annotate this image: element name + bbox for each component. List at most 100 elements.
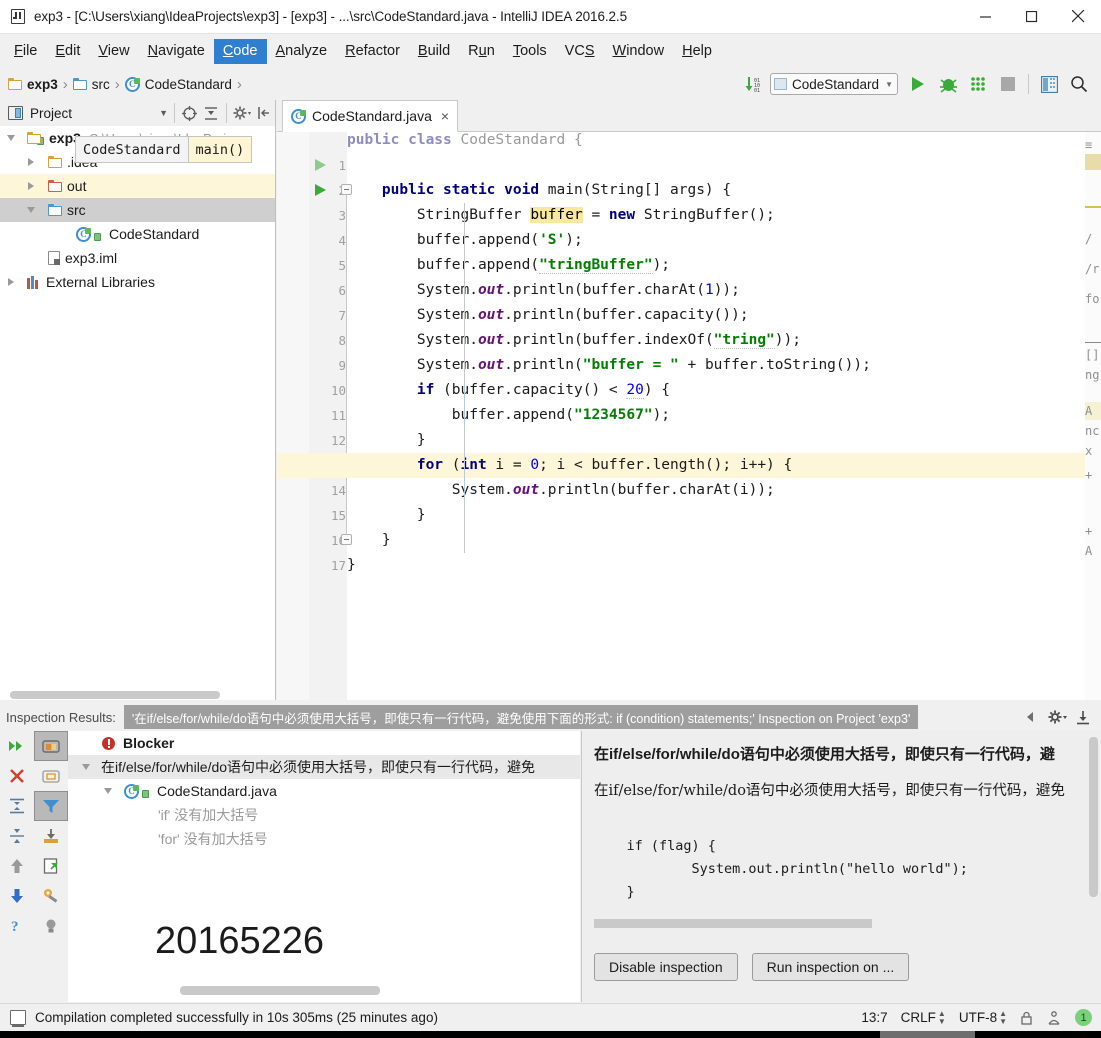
chevron-right-icon[interactable]: [4, 278, 18, 286]
editor-gutter[interactable]: 1 2 3 4 5 6 7 8 9 10 11 12 13 14 15 16 1…: [277, 132, 352, 700]
notifications-icon[interactable]: [1046, 1010, 1062, 1026]
coverage-button[interactable]: [964, 70, 992, 98]
menu-vcs[interactable]: VCS: [556, 39, 604, 64]
file-encoding[interactable]: UTF-8 ▲ ▼: [959, 1009, 1007, 1026]
chevron-down-icon[interactable]: [4, 135, 18, 141]
tree-item-out[interactable]: out: [0, 174, 275, 198]
run-inspection-on-button[interactable]: Run inspection on ...: [751, 953, 910, 981]
menu-analyze[interactable]: Analyze: [267, 39, 337, 64]
tree-item-external-libraries[interactable]: External Libraries: [0, 270, 275, 294]
maximize-icon[interactable]: [1009, 0, 1055, 34]
collapse-all-icon[interactable]: [200, 102, 222, 124]
menu-run[interactable]: Run: [459, 39, 504, 64]
status-bar-right: 13:7 CRLF ▲ ▼ UTF-8 ▲ ▼ 1: [861, 1009, 1101, 1026]
breadcrumb-item-src[interactable]: src: [72, 77, 110, 92]
breadcrumb: exp3 › src › C CodeStandard ›: [0, 76, 247, 93]
menu-window[interactable]: Window: [604, 39, 674, 64]
menu-view[interactable]: View: [89, 39, 138, 64]
editor-tab-codestandard[interactable]: C CodeStandard.java ×: [282, 100, 459, 132]
chevron-down-icon[interactable]: [101, 788, 115, 794]
inspection-problem-if[interactable]: 'if' 没有加大括号: [68, 803, 580, 827]
project-panel-label[interactable]: Project: [30, 106, 72, 121]
close-icon[interactable]: [0, 761, 34, 791]
inspection-rule-row[interactable]: 在if/else/for/while/do语句中必须使用大括号，即使只有一行代码…: [68, 755, 580, 779]
stop-button[interactable]: [994, 70, 1022, 98]
chevron-right-icon[interactable]: [24, 182, 38, 190]
project-tree-panel[interactable]: exp3 C:\Users\xiang\IdeaProje .idea out …: [0, 126, 276, 700]
run-configuration-selector[interactable]: CodeStandard ▼: [770, 73, 898, 95]
menu-tools[interactable]: Tools: [504, 39, 556, 64]
menu-file[interactable]: File: [5, 39, 46, 64]
group-by-module-icon[interactable]: [34, 731, 68, 761]
run-button[interactable]: [904, 70, 932, 98]
line-separator-label: CRLF: [900, 1010, 936, 1025]
menu-help[interactable]: Help: [673, 39, 721, 64]
collapse-icon[interactable]: [0, 821, 34, 851]
menu-edit[interactable]: Edit: [46, 39, 89, 64]
detail-hscrollbar[interactable]: [594, 919, 872, 928]
run-class-gutter-icon[interactable]: [315, 159, 326, 171]
export-icon[interactable]: [34, 821, 68, 851]
compile-icon[interactable]: 01 10 01: [740, 70, 768, 98]
chevron-down-icon[interactable]: ▼: [159, 108, 168, 118]
close-icon[interactable]: ×: [441, 109, 449, 123]
tool-window-button[interactable]: [1035, 70, 1063, 98]
inspection-tree-hscrollbar[interactable]: [180, 986, 380, 995]
next-icon[interactable]: [0, 881, 34, 911]
expand-icon[interactable]: [0, 791, 34, 821]
suppress-icon[interactable]: [34, 911, 68, 941]
breadcrumb-item-class[interactable]: C CodeStandard: [124, 76, 232, 92]
project-panel-hscrollbar[interactable]: [0, 690, 276, 700]
line-number: 9: [338, 358, 346, 373]
tree-item-label: exp3.iml: [65, 250, 118, 266]
tree-item-exp3-iml[interactable]: exp3.iml: [0, 246, 275, 270]
help-icon[interactable]: ?: [0, 911, 34, 941]
line-separator[interactable]: CRLF ▲ ▼: [900, 1009, 946, 1026]
search-button[interactable]: [1065, 70, 1093, 98]
inspection-file-row[interactable]: C CodeStandard.java: [68, 779, 580, 803]
inspection-group-blocker[interactable]: Blocker: [68, 731, 580, 755]
inspection-problem-for[interactable]: 'for' 没有加大括号: [68, 827, 580, 851]
previous-occurrence-icon[interactable]: [1019, 705, 1043, 729]
breadcrumb-chip-class[interactable]: CodeStandard: [75, 136, 189, 163]
group-by-directory-icon[interactable]: [34, 761, 68, 791]
settings-wrench-icon[interactable]: [34, 881, 68, 911]
scrollbar-thumb[interactable]: [10, 691, 220, 699]
memory-indicator-icon[interactable]: [10, 1010, 26, 1027]
menu-refactor[interactable]: Refactor: [336, 39, 409, 64]
debug-button[interactable]: [934, 70, 962, 98]
event-count-badge[interactable]: 1: [1075, 1009, 1092, 1026]
run-method-gutter-icon[interactable]: [315, 184, 326, 196]
chevron-right-icon[interactable]: [24, 158, 38, 166]
disable-inspection-button[interactable]: Disable inspection: [594, 953, 738, 981]
breadcrumb-chip-method[interactable]: main(): [188, 136, 253, 163]
inspection-results-tab[interactable]: '在if/else/for/while/do语句中必须使用大括号，即使只有一行代…: [123, 705, 919, 729]
lock-icon[interactable]: [1020, 1011, 1033, 1025]
java-class-icon: C: [291, 108, 306, 124]
hide-icon[interactable]: [253, 102, 275, 124]
tree-item-src[interactable]: src: [0, 198, 275, 222]
edit-settings-icon[interactable]: [34, 851, 68, 881]
minimize-icon[interactable]: [963, 0, 1009, 34]
expand-all-icon[interactable]: [0, 731, 34, 761]
filter-resolved-icon[interactable]: [34, 791, 68, 821]
code-text-area[interactable]: public class CodeStandard { public stati…: [347, 132, 1101, 700]
caret-position[interactable]: 13:7: [861, 1010, 887, 1025]
menu-navigate[interactable]: Navigate: [139, 39, 214, 64]
tree-item-codestandard[interactable]: C CodeStandard: [0, 222, 275, 246]
breadcrumb-item-project[interactable]: exp3: [8, 77, 58, 92]
export-icon[interactable]: [1071, 705, 1095, 729]
settings-icon[interactable]: [231, 102, 253, 124]
chevron-down-icon[interactable]: [79, 764, 93, 770]
detail-vscrollbar[interactable]: [1089, 737, 1098, 897]
previous-icon[interactable]: [0, 851, 34, 881]
java-class-icon: C: [124, 783, 139, 799]
menu-build[interactable]: Build: [409, 39, 459, 64]
inspection-detail-title: 在if/else/for/while/do语句中必须使用大括号，即使只有一行代码…: [594, 746, 1055, 763]
code-editor[interactable]: 1 2 3 4 5 6 7 8 9 10 11 12 13 14 15 16 1…: [277, 132, 1101, 700]
close-icon[interactable]: [1055, 0, 1101, 34]
chevron-down-icon[interactable]: [24, 207, 38, 213]
menu-code[interactable]: Code: [213, 38, 267, 64]
settings-gear-icon[interactable]: [1045, 705, 1069, 729]
target-icon[interactable]: [178, 102, 200, 124]
